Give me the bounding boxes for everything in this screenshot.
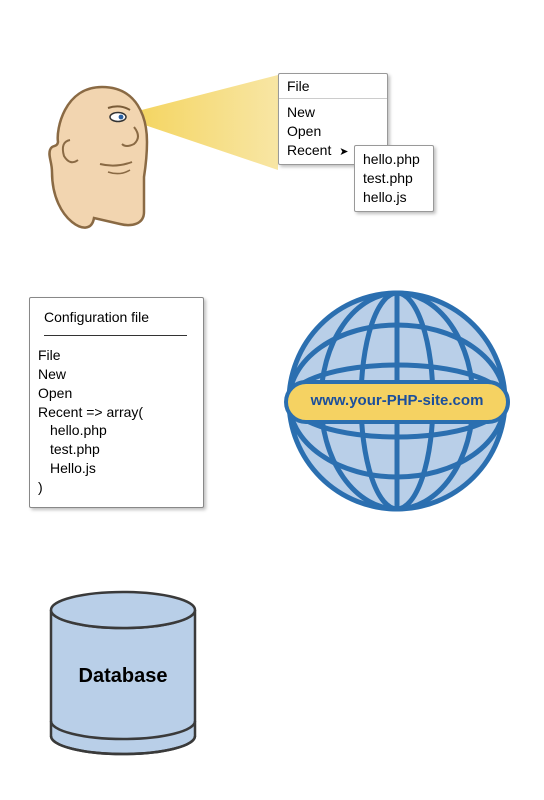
database-label: Database — [43, 665, 203, 688]
config-array-close: ) — [38, 478, 193, 497]
submenu-arrow-icon: ➤ — [335, 145, 348, 160]
config-title: Configuration file — [38, 308, 193, 331]
config-array-item-3: Hello.js — [38, 459, 193, 478]
config-array-item-2: test.php — [38, 440, 193, 459]
url-text: www.your-PHP-site.com — [284, 392, 510, 409]
recent-submenu: hello.php test.php hello.js — [354, 145, 434, 212]
menu-item-new: New — [287, 103, 379, 122]
menu-item-open: Open — [287, 122, 379, 141]
recent-file-1: hello.php — [363, 150, 425, 169]
config-line-new: New — [38, 365, 193, 384]
config-file: Configuration file File New Open Recent … — [29, 297, 204, 508]
file-menu-title: File — [279, 74, 387, 99]
config-line-open: Open — [38, 384, 193, 403]
person-head-icon — [42, 82, 162, 232]
config-line-file: File — [38, 346, 193, 365]
recent-file-3: hello.js — [363, 188, 425, 207]
config-array-item-1: hello.php — [38, 421, 193, 440]
config-array-open: Recent => array( — [38, 403, 193, 422]
recent-file-2: test.php — [363, 169, 425, 188]
